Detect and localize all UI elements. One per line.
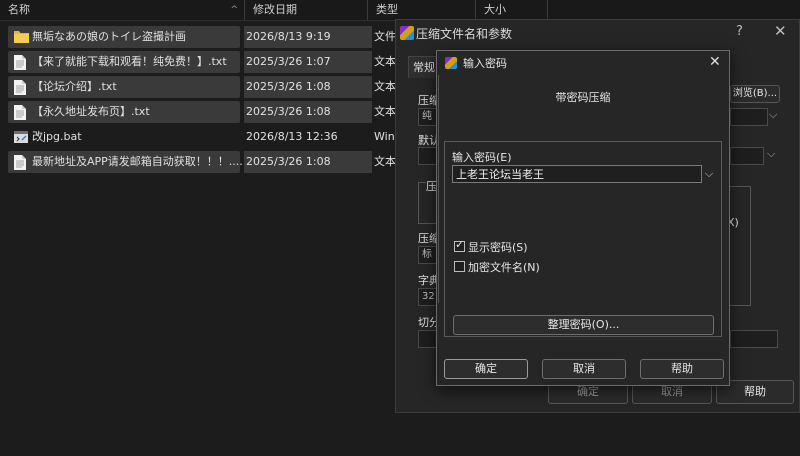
text-file-icon — [14, 155, 27, 170]
close-icon[interactable]: ✕ — [774, 22, 787, 40]
winrar-logo-icon — [445, 57, 457, 69]
column-header-size[interactable]: 大小 — [476, 0, 548, 20]
column-name-label: 名称 — [8, 3, 30, 16]
file-list-header: 名称 ^ 修改日期 类型 大小 — [0, 0, 800, 21]
file-name[interactable]: 【来了就能下载和观看！纯免费！】.txt — [32, 51, 242, 73]
sort-up-icon: ^ — [230, 5, 238, 15]
file-modified-date: 2025/3/26 1:08 — [246, 105, 331, 118]
show-password-label[interactable]: 显示密码(S) — [468, 239, 528, 255]
winrar-logo-icon — [400, 26, 414, 40]
password-input[interactable] — [452, 165, 702, 183]
file-modified-date: 2025/3/26 1:07 — [246, 55, 331, 68]
profile-select-tail[interactable] — [730, 147, 764, 165]
file-modified-date: 2026/8/13 12:36 — [246, 130, 338, 143]
archive-name-field-tail[interactable] — [730, 108, 768, 126]
column-type-label: 类型 — [376, 3, 398, 16]
password-dialog-titlebar: 输入密码 ✕ — [437, 51, 729, 75]
password-dialog: 输入密码 ✕ 带密码压缩 输入密码(E) ⌵ ✓ 显示密码(S) 加密文件名(N… — [436, 50, 730, 386]
help-icon[interactable]: ? — [736, 24, 743, 39]
column-size-label: 大小 — [484, 3, 506, 16]
folder-icon — [14, 30, 29, 45]
file-name[interactable]: 【永久地址发布页】.txt — [32, 101, 242, 123]
cancel-button[interactable]: 取消 — [542, 359, 626, 379]
file-modified-date: 2025/3/26 1:08 — [246, 155, 331, 168]
text-file-icon — [14, 55, 27, 70]
organize-passwords-button[interactable]: 整理密码(O)... — [453, 315, 714, 335]
checkmark-icon: ✓ — [455, 238, 465, 251]
text-file-icon — [14, 80, 27, 95]
file-name[interactable]: 最新地址及APP请发邮箱自动获取！！！.... — [32, 151, 242, 173]
chevron-down-icon[interactable]: ⌵ — [702, 165, 716, 183]
file-name[interactable]: 無垢なあの娘のトイレ盗撮計画 — [32, 26, 242, 48]
column-header-modified[interactable]: 修改日期 — [245, 0, 368, 20]
file-modified-date: 2026/8/13 9:19 — [246, 30, 331, 43]
password-dialog-title: 输入密码 — [463, 57, 507, 70]
split-volume-tail[interactable] — [730, 330, 778, 348]
chevron-down-icon[interactable]: ⌵ — [767, 147, 775, 161]
close-icon[interactable]: ✕ — [709, 54, 721, 70]
help-button[interactable]: 帮助 — [640, 359, 724, 379]
file-name[interactable]: 【论坛介绍】.txt — [32, 76, 242, 98]
show-password-checkbox[interactable]: ✓ — [454, 238, 465, 252]
password-label: 输入密码(E) — [452, 151, 512, 164]
column-header-name[interactable]: 名称 ^ — [0, 0, 245, 20]
batch-file-icon — [14, 130, 28, 145]
browse-button[interactable]: 浏览(B)... — [730, 85, 780, 103]
encrypt-filenames-label[interactable]: 加密文件名(N) — [468, 259, 540, 275]
archive-dialog-title: 压缩文件名和参数 — [416, 27, 513, 41]
password-heading: 带密码压缩 — [555, 91, 611, 104]
options-group — [730, 186, 751, 306]
text-file-icon — [14, 105, 27, 120]
file-name[interactable]: 改jpg.bat — [32, 126, 242, 148]
column-header-type[interactable]: 类型 — [368, 0, 476, 20]
file-modified-date: 2025/3/26 1:08 — [246, 80, 331, 93]
password-dialog-body: 带密码压缩 — [438, 75, 728, 385]
encrypt-filenames-checkbox[interactable] — [454, 261, 465, 272]
ok-button[interactable]: 确定 — [444, 359, 528, 379]
divider — [438, 75, 439, 303]
chevron-down-icon[interactable]: ⌵ — [769, 108, 777, 122]
column-modified-label: 修改日期 — [253, 3, 297, 16]
